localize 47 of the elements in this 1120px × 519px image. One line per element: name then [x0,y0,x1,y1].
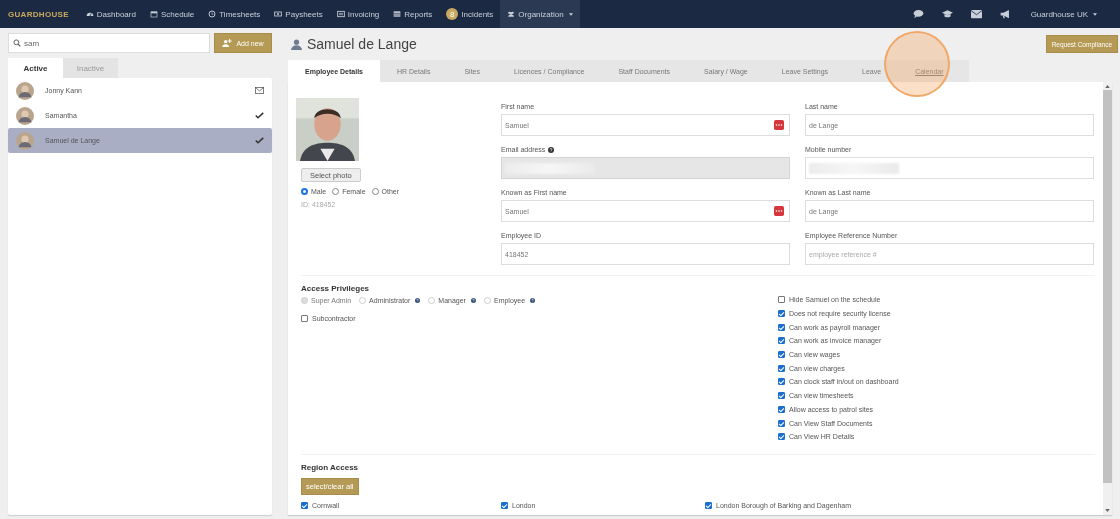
caret-icon [1093,12,1097,16]
scroll-down-icon[interactable] [1105,509,1110,512]
page-title: Samuel de Lange [307,36,417,52]
search-icon [13,39,21,47]
table-icon [393,10,402,18]
nav-item[interactable]: Invoicing [329,0,387,28]
graduation-cap-icon[interactable] [941,9,953,19]
section-title: Access Privileges [301,284,371,293]
add-user-icon [222,39,233,47]
calendar-icon [149,10,158,18]
nav-item[interactable]: Organization [500,0,580,28]
envelope-icon [255,87,264,94]
account-menu[interactable]: Guardhouse UK [1023,0,1104,28]
nav-item[interactable]: Timesheets [201,0,268,28]
avatar-icon [16,81,34,100]
text-field[interactable] [805,157,1094,179]
text-field[interactable] [501,157,790,179]
checkmark-icon [255,137,264,144]
nav-item[interactable]: Schedule [142,0,202,28]
help-icon [530,298,536,303]
banknote-icon [274,10,283,18]
count-badge: 8 [446,8,459,20]
avatar-icon [16,131,34,150]
clock-icon [208,10,217,18]
scroll-up-icon[interactable] [1105,85,1110,88]
chat-icon[interactable] [912,9,924,19]
megaphone-icon[interactable] [999,9,1011,19]
scrollbar[interactable] [1103,82,1112,515]
brand-logo[interactable]: GUARDHOUSE [8,9,69,19]
more-icon[interactable] [774,206,784,216]
avatar-icon [16,106,34,125]
nav-item[interactable]: Reports [386,0,440,28]
search-field[interactable]: sam [8,33,210,53]
help-icon [470,298,476,303]
help-icon [415,298,421,303]
more-icon[interactable] [774,120,784,130]
nav-item[interactable]: Dashboard [78,0,143,28]
nav-item[interactable]: Paysheets [267,0,330,28]
user-icon [291,38,302,50]
checkmark-icon [255,112,264,119]
section-title: Region Access [301,462,360,472]
list-icon [336,10,345,18]
help-icon [548,147,555,153]
nav-item[interactable]: 8 Incidents [439,0,501,28]
list-tab[interactable]: Active [8,58,63,78]
gauge-icon [85,10,94,18]
mail-icon[interactable] [970,9,982,19]
